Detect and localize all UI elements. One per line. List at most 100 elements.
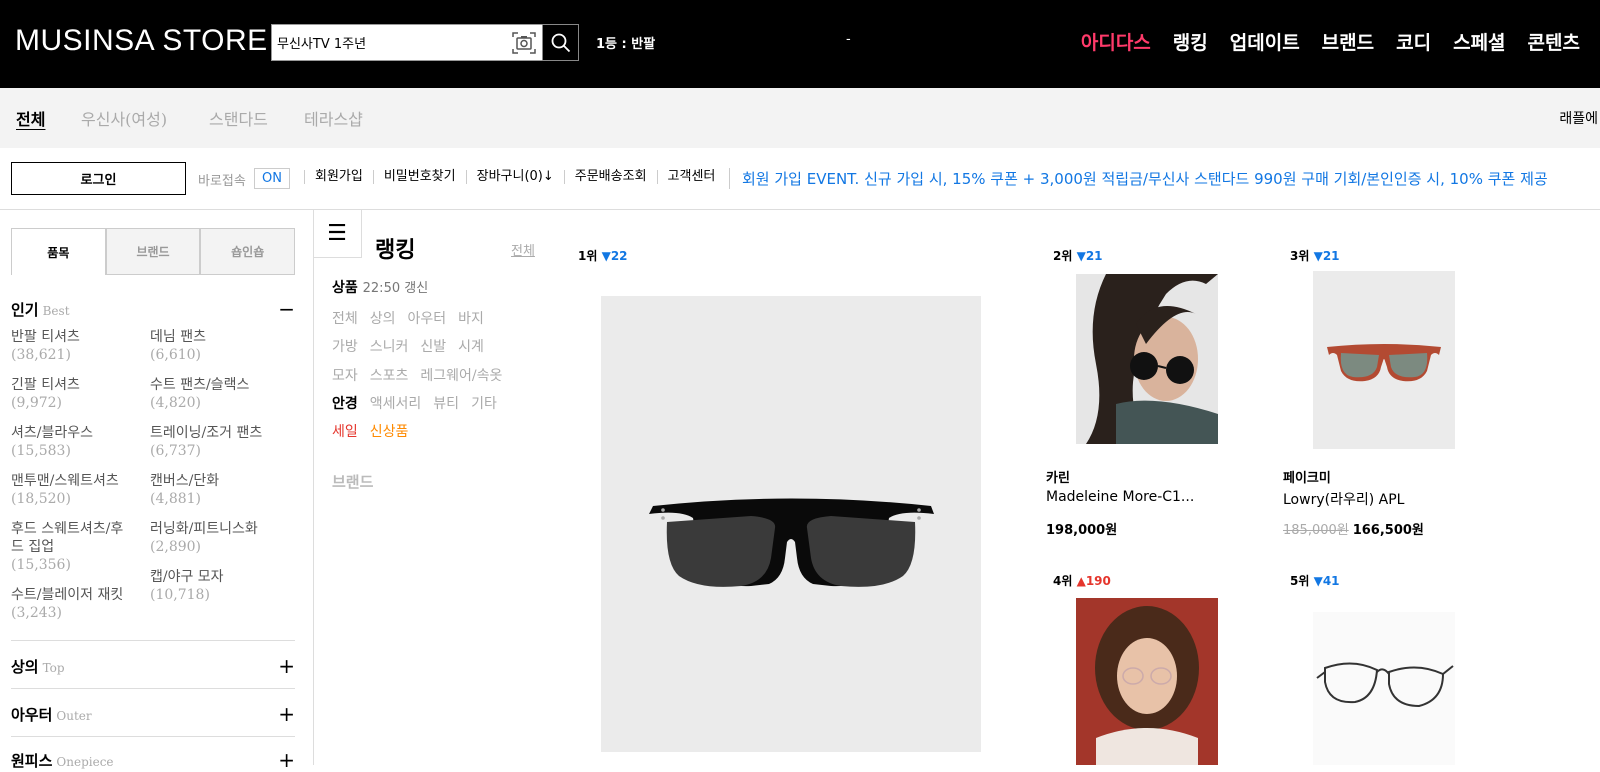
category-item[interactable]: 데님 팬츠 (6,610) bbox=[150, 328, 280, 364]
category-item[interactable]: 캔버스/단화 (4,881) bbox=[150, 472, 280, 508]
rank-badge: 2위 ▼21 bbox=[1053, 249, 1103, 263]
sunglasses-image bbox=[1327, 344, 1441, 382]
nav-item-ranking[interactable]: 랭킹 bbox=[1173, 28, 1208, 55]
ranking-category[interactable]: 스니커 bbox=[370, 336, 409, 356]
rank-down-icon: ▼ bbox=[601, 249, 611, 263]
nav-item-special[interactable]: 스페셜 bbox=[1453, 28, 1505, 55]
product-name[interactable]: Lowry(라우리) APL bbox=[1283, 489, 1404, 509]
category-subtitle: Onepiece bbox=[56, 755, 114, 769]
order-tracking-link[interactable]: 주문배송조회 bbox=[563, 170, 657, 184]
trend-separator: - bbox=[846, 32, 851, 47]
product-image[interactable] bbox=[601, 296, 981, 752]
product-image[interactable] bbox=[1076, 274, 1218, 444]
ranking-all-link[interactable]: 전체 bbox=[511, 240, 535, 259]
ranking-category[interactable]: 상의 bbox=[370, 308, 396, 328]
search-input[interactable] bbox=[272, 25, 510, 60]
trending-keyword[interactable]: 1등 : 반팔 bbox=[596, 33, 655, 52]
ranking-category[interactable]: 뷰티 bbox=[433, 393, 459, 413]
update-time: 22:50 갱신 bbox=[362, 281, 429, 296]
divider bbox=[11, 736, 295, 737]
customer-center-link[interactable]: 고객센터 bbox=[656, 170, 726, 184]
search-button[interactable] bbox=[542, 24, 579, 61]
collapse-icon[interactable]: − bbox=[278, 297, 295, 321]
ranking-category-sale[interactable]: 세일 bbox=[332, 421, 358, 441]
sidebar-tab-brand[interactable]: 브랜드 bbox=[105, 228, 201, 275]
ranking-category[interactable]: 기타 bbox=[471, 393, 497, 413]
category-item[interactable]: 반팔 티셔츠 (38,621) bbox=[11, 328, 141, 364]
divider bbox=[11, 640, 295, 641]
ranking-category-row: 모자 스포츠 레그웨어/속옷 bbox=[332, 365, 502, 385]
product-image[interactable] bbox=[1313, 271, 1455, 449]
sidebar-tab-shopinshop[interactable]: 숍인숍 bbox=[200, 228, 296, 275]
find-password-link[interactable]: 비밀번호찾기 bbox=[372, 170, 466, 184]
direct-login-toggle[interactable]: ON bbox=[254, 168, 290, 189]
signup-link[interactable]: 회원가입 bbox=[304, 170, 373, 184]
category-onepiece[interactable]: 원피스 Onepiece + bbox=[11, 748, 295, 772]
top-header: MUSINSA STORE 1등 : 반팔 - 아디다스 랭킹 업데이트 브랜드… bbox=[0, 0, 1600, 88]
category-item[interactable]: 캡/야구 모자 (10,718) bbox=[150, 568, 280, 604]
nav-item-brand[interactable]: 브랜드 bbox=[1322, 28, 1374, 55]
ranking-category[interactable]: 가방 bbox=[332, 336, 358, 356]
brand-label[interactable]: 브랜드 bbox=[332, 471, 373, 492]
rank-up-icon: ▲ bbox=[1076, 574, 1086, 588]
ranking-category[interactable]: 액세서리 bbox=[370, 393, 422, 413]
ranking-category[interactable]: 레그웨어/속옷 bbox=[420, 365, 502, 385]
expand-icon[interactable]: + bbox=[278, 654, 295, 678]
nav-item-codi[interactable]: 코디 bbox=[1396, 28, 1431, 55]
category-item[interactable]: 후드 스웨트셔츠/후드 집업 (15,356) bbox=[11, 520, 129, 574]
product-image[interactable] bbox=[1076, 598, 1218, 765]
category-item[interactable]: 맨투맨/스웨트셔츠 (18,520) bbox=[11, 472, 141, 508]
search-box bbox=[271, 24, 579, 61]
nav-item-contents[interactable]: 콘텐츠 bbox=[1528, 28, 1580, 55]
nav-item-update[interactable]: 업데이트 bbox=[1230, 28, 1300, 55]
store-tab-terrace[interactable]: 테라스샵 bbox=[304, 106, 363, 130]
store-tabs: 전체 우신사(여성) 스탠다드 테라스샵 래플에 bbox=[0, 88, 1600, 148]
menu-icon[interactable]: ☰ bbox=[313, 210, 362, 258]
camera-icon[interactable] bbox=[511, 31, 537, 55]
category-item[interactable]: 긴팔 티셔츠 (9,972) bbox=[11, 376, 141, 412]
category-top[interactable]: 상의 Top + bbox=[11, 654, 295, 678]
util-bar: 로그인 바로접속 ON 회원가입 비밀번호찾기 장바구니(0)↓ 주문배송조회 … bbox=[0, 148, 1600, 210]
category-item[interactable]: 트레이닝/조거 팬츠 (6,737) bbox=[150, 424, 275, 460]
store-tab-wusinsa[interactable]: 우신사(여성) bbox=[81, 106, 167, 130]
ranking-category[interactable]: 신발 bbox=[420, 336, 446, 356]
ranking-category[interactable]: 시계 bbox=[458, 336, 484, 356]
product-name[interactable]: Madeleine More-C1... bbox=[1046, 489, 1194, 505]
category-title: 인기 bbox=[11, 301, 39, 319]
ranking-menu-border bbox=[313, 210, 314, 765]
category-item[interactable]: 러닝화/피트니스화 (2,890) bbox=[150, 520, 280, 556]
sunglasses-image bbox=[649, 498, 934, 587]
raffle-link[interactable]: 래플에 bbox=[1559, 108, 1598, 128]
ranking-category[interactable]: 모자 bbox=[332, 365, 358, 385]
nav-item-adidas[interactable]: 아디다스 bbox=[1081, 28, 1151, 55]
category-subtitle: Best bbox=[42, 304, 70, 318]
cart-link[interactable]: 장바구니(0)↓ bbox=[465, 170, 564, 184]
category-item[interactable]: 셔츠/블라우스 (15,583) bbox=[11, 424, 141, 460]
ranking-category-new[interactable]: 신상품 bbox=[370, 421, 409, 441]
product-brand[interactable]: 카린 bbox=[1046, 467, 1070, 486]
login-button[interactable]: 로그인 bbox=[11, 162, 186, 195]
model-photo bbox=[1076, 598, 1218, 765]
store-tab-standard[interactable]: 스탠다드 bbox=[209, 106, 268, 130]
expand-icon[interactable]: + bbox=[278, 748, 295, 772]
product-label: 상품 22:50 갱신 bbox=[332, 280, 429, 296]
ranking-category-active[interactable]: 안경 bbox=[332, 393, 358, 413]
ranking-category[interactable]: 바지 bbox=[458, 308, 484, 328]
category-outer[interactable]: 아우터 Outer + bbox=[11, 702, 295, 726]
store-tab-all[interactable]: 전체 bbox=[16, 106, 45, 130]
global-nav: 아디다스 랭킹 업데이트 브랜드 코디 스페셜 콘텐츠 bbox=[1081, 28, 1580, 55]
logo[interactable]: MUSINSA STORE bbox=[15, 24, 268, 58]
product-image[interactable] bbox=[1313, 612, 1455, 765]
category-item[interactable]: 수트/블레이저 재킷 (3,243) bbox=[11, 586, 129, 622]
ranking-category[interactable]: 아우터 bbox=[408, 308, 447, 328]
category-popular[interactable]: 인기 Best − bbox=[11, 297, 295, 321]
event-banner[interactable]: 회원 가입 EVENT. 신규 가입 시, 15% 쿠폰 + 3,000원 적립… bbox=[729, 168, 1548, 189]
ranking-category[interactable]: 전체 bbox=[332, 308, 358, 328]
product-brand[interactable]: 페이크미 bbox=[1283, 467, 1331, 486]
sidebar-tab-category[interactable]: 품목 bbox=[11, 228, 106, 275]
ranking-category[interactable]: 스포츠 bbox=[370, 365, 409, 385]
sidebar-tabs: 품목 브랜드 숍인숍 bbox=[11, 228, 296, 275]
ranking-title: 랭킹 bbox=[375, 238, 416, 263]
expand-icon[interactable]: + bbox=[278, 702, 295, 726]
category-item[interactable]: 수트 팬츠/슬랙스 (4,820) bbox=[150, 376, 280, 412]
